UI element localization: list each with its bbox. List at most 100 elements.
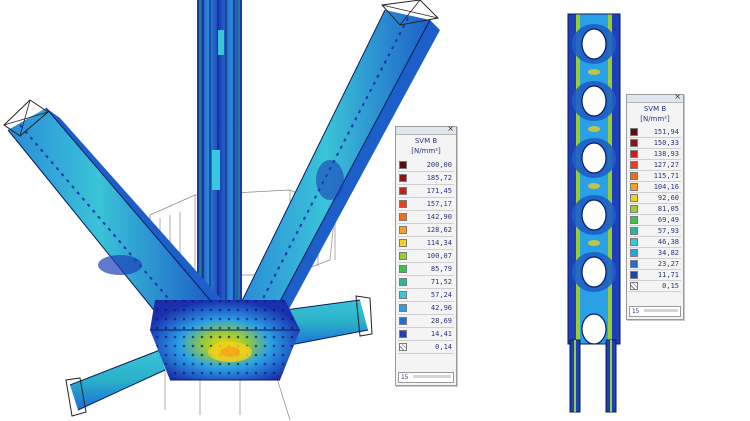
legend-color-swatch [399,213,407,221]
legend-row: 0,15 [627,280,683,292]
legend-color-swatch [630,183,638,191]
legend-value: 28,69 [430,317,452,325]
legend-row: 138,93 [627,148,683,160]
legend-row: 127,27 [627,159,683,171]
legend-row: 42,96 [396,301,456,315]
legend-scrollbar[interactable] [413,375,451,378]
legend-color-swatch [630,271,638,279]
legend-color-swatch [399,161,407,169]
legend-value: 85,79 [430,265,452,273]
legend-value: 115,71 [653,172,679,180]
stress-legend-right[interactable]: × SVM B [N/mm²] 151,94 150,33 138,93 127,27… [626,92,684,320]
legend-color-swatch [399,187,407,195]
close-icon[interactable]: × [674,92,681,102]
legend-value: 157,17 [426,200,452,208]
legend-row: 34,82 [627,247,683,259]
legend-value: 71,52 [430,278,452,286]
legend-color-swatch [630,249,638,257]
legend-color-swatch [399,317,407,325]
legend-row: 100,07 [396,249,456,263]
legend-row: 142,90 [396,210,456,224]
legend-title: SVM B [643,105,667,113]
legend-row: 185,72 [396,171,456,185]
legend-color-swatch [399,291,407,299]
legend-value: 0,14 [435,343,452,351]
perforated-plate [567,13,621,413]
legend-titlebar[interactable]: × [396,124,456,135]
legend-unit: [N/mm²] [411,147,441,155]
legend-value: 14,41 [430,330,452,338]
legend-row: 57,24 [396,288,456,302]
legend-row: 151,94 [627,126,683,138]
legend-footer-value: 15 [401,374,409,381]
legend-color-swatch [399,226,407,234]
legend-color-swatch [399,265,407,273]
legend-value: 104,16 [653,183,679,191]
legend-row: 85,79 [396,262,456,276]
legend-row: 81,05 [627,203,683,215]
legend-row: 157,17 [396,197,456,211]
legend-row: 11,71 [627,269,683,281]
legend-footer[interactable]: 15 [398,372,454,383]
stress-legend-left[interactable]: × SVM B [N/mm²] 200,00 185,72 171,45 157,17… [395,124,457,386]
legend-value: 23,27 [657,260,679,268]
legend-row: 57,93 [627,225,683,237]
left-strut [3,99,222,331]
legend-scrollbar[interactable] [644,309,678,312]
legend-color-swatch [630,282,638,290]
legend-color-swatch [399,252,407,260]
legend-row: 115,71 [627,170,683,182]
legend-color-swatch [630,172,638,180]
legend-row: 114,34 [396,236,456,250]
legend-color-swatch [630,260,638,268]
legend-color-swatch [399,174,407,182]
legend-color-swatch [630,216,638,224]
legend-value: 0,15 [662,282,679,290]
legend-value: 171,45 [426,187,452,195]
legend-value: 57,93 [657,227,679,235]
close-icon[interactable]: × [447,124,454,134]
legend-row: 92,60 [627,192,683,204]
legend-value: 151,94 [653,128,679,136]
legend-color-swatch [630,194,638,202]
legend-value: 114,34 [426,239,452,247]
legend-row: 0,14 [396,340,456,354]
legend-value: 128,62 [426,226,452,234]
legend-value: 34,82 [657,249,679,257]
legend-value: 142,90 [426,213,452,221]
legend-value: 57,24 [430,291,452,299]
legend-unit: [N/mm²] [640,115,670,123]
legend-color-swatch [630,161,638,169]
legend-row: 150,33 [627,137,683,149]
legend-rows: 200,00 185,72 171,45 157,17 142,90 128,62 114,… [396,158,456,354]
legend-title: SVM B [414,137,438,145]
legend-value: 138,93 [653,150,679,158]
legend-row: 14,41 [396,327,456,341]
legend-color-swatch [399,343,407,351]
legend-value: 46,38 [657,238,679,246]
legend-titlebar[interactable]: × [627,92,683,103]
legend-rows: 151,94 150,33 138,93 127,27 115,71 104,16 92,6… [627,126,683,292]
legend-value: 150,33 [653,139,679,147]
legend-value: 92,60 [657,194,679,202]
legend-color-swatch [630,139,638,147]
legend-row: 104,16 [627,181,683,193]
legend-value: 11,71 [657,271,679,279]
legend-footer[interactable]: 15 [629,306,681,317]
legend-color-swatch [630,205,638,213]
legend-value: 100,07 [426,252,452,260]
legend-row: 23,27 [627,258,683,270]
legend-value: 200,00 [426,161,452,169]
legend-color-swatch [399,304,407,312]
legend-color-swatch [399,330,407,338]
legend-color-swatch [399,278,407,286]
legend-row: 28,69 [396,314,456,328]
legend-row: 46,38 [627,236,683,248]
legend-color-swatch [630,227,638,235]
legend-row: 128,62 [396,223,456,237]
legend-row: 69,49 [627,214,683,226]
legend-row: 171,45 [396,184,456,198]
legend-color-swatch [630,150,638,158]
legend-color-swatch [399,200,407,208]
joint-node [150,300,300,381]
